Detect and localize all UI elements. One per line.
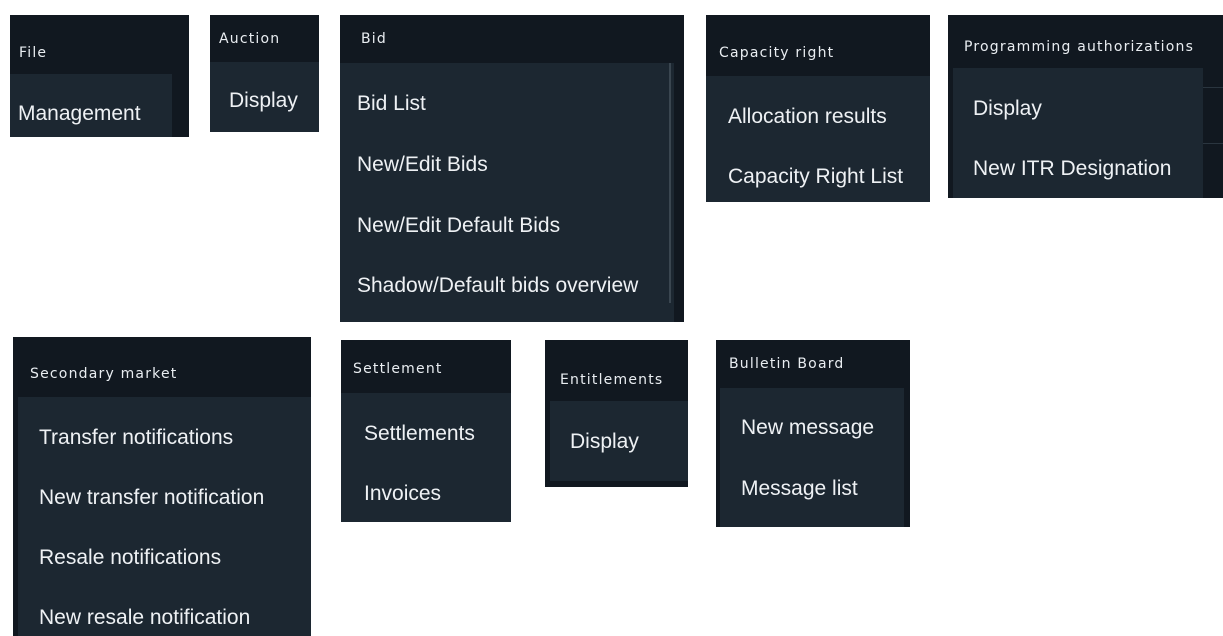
- dropdown-scrollbar[interactable]: [669, 63, 671, 303]
- bulletin-board-menu: Bulletin Board New message Message list: [716, 340, 910, 527]
- menu-item-resale-notifications[interactable]: Resale notifications: [39, 546, 311, 570]
- menu-item-new-itr-designation[interactable]: New ITR Designation: [973, 157, 1203, 181]
- bid-menu-dropdown: Bid List New/Edit Bids New/Edit Default …: [340, 63, 674, 322]
- menu-item-capacity-right-list[interactable]: Capacity Right List: [728, 165, 930, 189]
- file-menu-title[interactable]: File: [19, 45, 189, 61]
- menu-item-message-list[interactable]: Message list: [741, 477, 904, 501]
- capacity-right-menu-dropdown: Allocation results Capacity Right List: [706, 76, 930, 202]
- secondary-market-menu-dropdown: Transfer notifications New transfer noti…: [18, 397, 311, 636]
- auction-menu-dropdown: Display: [210, 62, 319, 132]
- menu-item-new-message[interactable]: New message: [741, 416, 904, 440]
- menu-item-new-edit-default-bids[interactable]: New/Edit Default Bids: [357, 214, 674, 238]
- menu-item-new-edit-bids[interactable]: New/Edit Bids: [357, 153, 674, 177]
- menu-item-allocation-results[interactable]: Allocation results: [728, 105, 930, 129]
- menu-item-invoices[interactable]: Invoices: [364, 482, 511, 506]
- programming-authorizations-menu-dropdown: Display New ITR Designation: [953, 68, 1203, 198]
- auction-menu: Auction Display: [210, 15, 319, 132]
- settlement-menu-dropdown: Settlements Invoices: [341, 393, 511, 522]
- programming-authorizations-menu: Programming authorizations Display New I…: [948, 15, 1223, 198]
- background-divider: [1203, 143, 1223, 144]
- menu-item-shadow-default-bids-overview[interactable]: Shadow/Default bids overview: [357, 274, 674, 298]
- settlement-menu-title[interactable]: Settlement: [353, 361, 511, 377]
- menu-item-display[interactable]: Display: [570, 430, 688, 454]
- capacity-right-menu: Capacity right Allocation results Capaci…: [706, 15, 930, 202]
- background-divider: [1203, 87, 1223, 88]
- menu-item-new-transfer-notification[interactable]: New transfer notification: [39, 486, 311, 510]
- bid-menu-title[interactable]: Bid: [361, 31, 684, 47]
- menu-item-settlements[interactable]: Settlements: [364, 422, 511, 446]
- bulletin-board-menu-title[interactable]: Bulletin Board: [729, 356, 910, 372]
- menu-item-management[interactable]: Management: [18, 102, 172, 126]
- programming-authorizations-menu-title[interactable]: Programming authorizations: [964, 39, 1223, 55]
- entitlements-menu: Entitlements Display: [545, 340, 688, 487]
- capacity-right-menu-title[interactable]: Capacity right: [719, 45, 930, 61]
- file-menu-dropdown: Management: [10, 74, 172, 137]
- menu-item-new-resale-notification[interactable]: New resale notification: [39, 606, 311, 630]
- bid-menu: Bid Bid List New/Edit Bids New/Edit Defa…: [340, 15, 684, 322]
- menu-item-bid-list[interactable]: Bid List: [357, 92, 674, 116]
- secondary-market-menu-title[interactable]: Secondary market: [30, 366, 311, 382]
- menu-item-transfer-notifications[interactable]: Transfer notifications: [39, 426, 311, 450]
- entitlements-menu-title[interactable]: Entitlements: [560, 372, 688, 388]
- secondary-market-menu: Secondary market Transfer notifications …: [13, 337, 311, 636]
- settlement-menu: Settlement Settlements Invoices: [341, 340, 511, 522]
- auction-menu-title[interactable]: Auction: [219, 31, 319, 47]
- menu-item-display[interactable]: Display: [229, 89, 319, 113]
- menu-item-display[interactable]: Display: [973, 97, 1203, 121]
- entitlements-menu-dropdown: Display: [550, 401, 688, 481]
- file-menu: File Management: [10, 15, 189, 137]
- bulletin-board-menu-dropdown: New message Message list: [720, 388, 904, 527]
